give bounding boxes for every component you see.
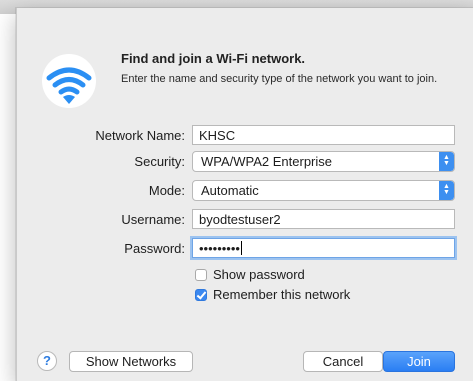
security-value: WPA/WPA2 Enterprise <box>201 154 332 169</box>
mode-label: Mode: <box>148 183 185 198</box>
dialog-subtitle: Enter the name and security type of the … <box>121 73 438 85</box>
remember-network-checkbox[interactable] <box>195 289 207 301</box>
remember-network-row[interactable]: Remember this network <box>195 287 350 302</box>
join-wifi-dialog: Find and join a Wi-Fi network. Enter the… <box>16 8 473 381</box>
join-button[interactable]: Join <box>383 351 455 372</box>
updown-chevron-icon: ▲ ▼ <box>439 152 454 171</box>
show-password-checkbox[interactable] <box>195 269 207 281</box>
mode-select[interactable]: Automatic ▲ ▼ <box>192 180 455 201</box>
checkmark-icon <box>196 289 207 300</box>
updown-chevron-icon: ▲ ▼ <box>439 181 454 200</box>
wifi-icon <box>42 54 96 108</box>
network-name-field[interactable]: KHSC <box>192 125 455 145</box>
password-value: ••••••••• <box>199 241 240 256</box>
remember-network-label: Remember this network <box>213 287 351 302</box>
help-button[interactable]: ? <box>37 351 57 371</box>
security-label: Security: <box>134 154 185 169</box>
security-select[interactable]: WPA/WPA2 Enterprise ▲ ▼ <box>192 151 455 172</box>
password-field[interactable]: ••••••••• <box>192 238 455 258</box>
username-value: byodtestuser2 <box>199 212 281 227</box>
network-name-label: Network Name: <box>95 128 185 143</box>
password-label: Password: <box>124 241 185 256</box>
network-name-value: KHSC <box>199 128 236 143</box>
mode-value: Automatic <box>201 183 259 198</box>
cancel-button[interactable]: Cancel <box>303 351 383 372</box>
show-password-label: Show password <box>213 267 305 282</box>
show-networks-button[interactable]: Show Networks <box>69 351 193 372</box>
text-caret <box>240 241 242 255</box>
username-field[interactable]: byodtestuser2 <box>192 209 455 229</box>
username-label: Username: <box>121 212 185 227</box>
dialog-title: Find and join a Wi-Fi network. <box>121 51 306 66</box>
show-password-row[interactable]: Show password <box>195 267 305 282</box>
